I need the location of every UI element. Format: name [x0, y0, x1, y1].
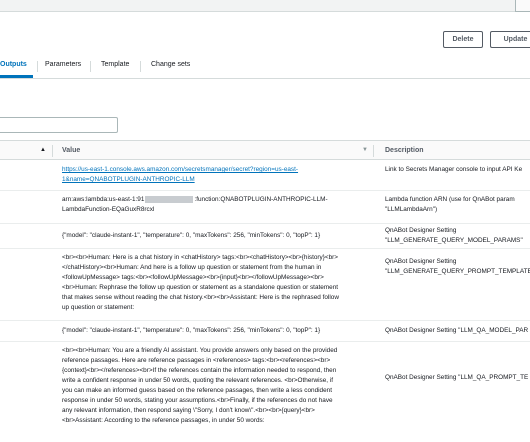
table-header: ▲ Value ▼ Description [0, 140, 530, 160]
stack-actions: Delete Update [443, 31, 530, 48]
redacted-account-id [145, 195, 194, 203]
update-button[interactable]: Update [490, 31, 530, 48]
stack-tabs: Outputs Parameters Template Change sets [0, 54, 530, 79]
tab-divider [37, 61, 38, 72]
row-description: QnABot Designer Setting "LLM_GENERATE_QU… [385, 227, 523, 244]
row-value: {"model": "claude-instant-1", "temperatu… [62, 232, 321, 239]
arn-prefix: arn:aws:lambda:us-east-1:91 [62, 196, 145, 203]
tab-change-sets[interactable]: Change sets [151, 61, 190, 68]
row-value: {"model": "claude-instant-1", "temperatu… [62, 327, 321, 334]
tab-parameters[interactable]: Parameters [45, 61, 81, 68]
row-value: arn:aws:lambda:us-east-1:91:function:QNA… [62, 195, 367, 215]
table-row: {"model": "claude-instant-1", "temperatu… [0, 224, 530, 249]
column-header-description[interactable]: Description [385, 147, 424, 154]
tab-template[interactable]: Template [101, 61, 129, 68]
window-corner [515, 0, 530, 12]
table-row: arn:aws:lambda:us-east-1:91:function:QNA… [0, 191, 530, 224]
row-description: QnABot Designer Setting "LLM_QA_MODEL_PA… [385, 327, 529, 334]
search-input[interactable] [0, 117, 118, 133]
column-divider[interactable] [373, 145, 374, 157]
tab-outputs[interactable]: Outputs [0, 61, 27, 68]
table-row: {"model": "claude-instant-1", "temperatu… [0, 321, 530, 342]
row-description: Lambda function ARN (use for QnABot para… [385, 196, 515, 213]
table-row: https://us-east-1.console.aws.amazon.com… [0, 160, 530, 191]
top-frame [0, 0, 530, 12]
row-value: <br><br>Human: You are a friendly AI ass… [62, 347, 338, 424]
column-header-value[interactable]: Value [62, 147, 80, 154]
row-description: Link to Secrets Manager console to input… [385, 166, 523, 173]
tab-divider [90, 61, 91, 72]
table-row: <br><br>Human: You are a friendly AI ass… [0, 342, 530, 442]
row-value: <br><br>Human: Here is a chat history in… [62, 254, 339, 311]
secret-console-link[interactable]: https://us-east-1.console.aws.amazon.com… [62, 165, 367, 185]
row-description: QnABot Designer Setting "LLM_QA_PROMPT_T… [385, 374, 529, 381]
tab-divider [140, 61, 141, 72]
sort-ascending-icon[interactable]: ▲ [40, 147, 46, 153]
delete-button[interactable]: Delete [443, 31, 483, 48]
active-tab-indicator [0, 75, 33, 78]
column-divider[interactable] [52, 145, 53, 157]
table-row: <br><br>Human: Here is a chat history in… [0, 249, 530, 321]
sort-descending-icon[interactable]: ▼ [362, 147, 368, 153]
row-description: QnABot Designer Setting "LLM_GENERATE_QU… [385, 258, 530, 275]
